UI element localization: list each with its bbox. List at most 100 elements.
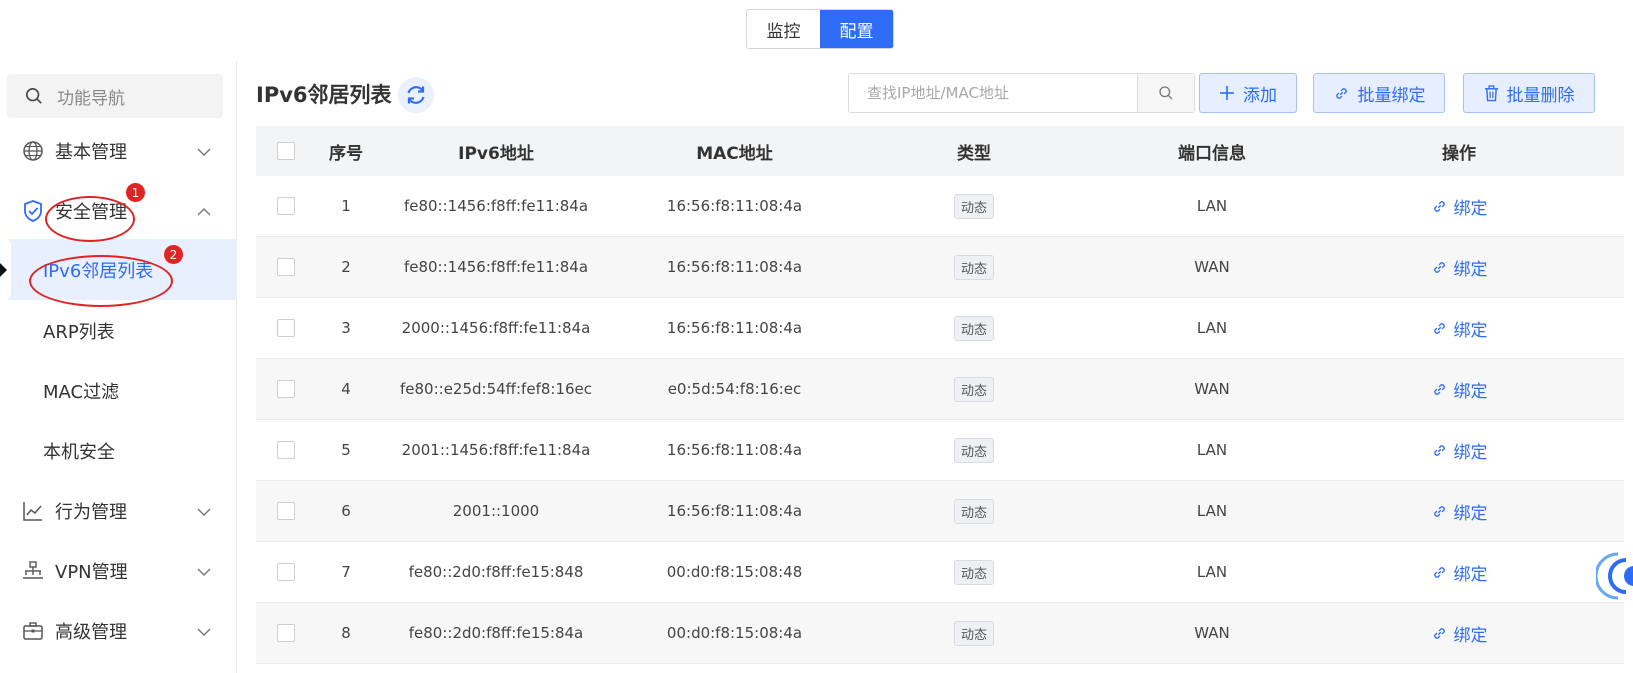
table-row: 2 fe80::1456:f8ff:fe11:84a 16:56:f8:11:0… (256, 237, 1624, 298)
cell-port: LAN (1196, 441, 1228, 459)
annotation-badge: 2 (164, 245, 183, 264)
bind-link-label: 绑定 (1453, 259, 1488, 280)
bind-link[interactable]: 绑定 (1431, 194, 1488, 219)
network-icon (22, 560, 44, 582)
batch-delete-button-label: 批量删除 (1506, 85, 1575, 106)
sidebar-item-label: VPN管理 (55, 562, 128, 583)
table-header: 序号 IPv6地址 MAC地址 类型 端口信息 操作 (256, 126, 1624, 176)
trash-icon (1484, 84, 1498, 101)
config-tab[interactable]: 配置 (820, 10, 893, 48)
cell-ip: 2001::1000 (452, 502, 540, 520)
sidebar-item-vpn[interactable]: VPN管理 (0, 541, 237, 601)
column-header-ip: IPv6地址 (458, 143, 534, 164)
search-button[interactable] (1137, 74, 1194, 112)
annotation-badge: 1 (126, 183, 145, 202)
sidebar-subitem-label: MAC过滤 (43, 381, 120, 403)
chevron-down-icon (197, 561, 211, 582)
bind-link[interactable]: 绑定 (1431, 621, 1488, 646)
page-title: IPv6邻居列表 (256, 83, 392, 107)
add-button-label: 添加 (1243, 85, 1277, 106)
bind-link[interactable]: 绑定 (1431, 438, 1488, 463)
bind-link-label: 绑定 (1453, 564, 1488, 585)
link-icon (1433, 444, 1445, 456)
cell-ip: fe80::1456:f8ff:fe11:84a (403, 197, 589, 215)
help-float-icon[interactable] (1596, 546, 1633, 606)
type-tag: 动态 (953, 559, 994, 585)
batch-bind-button-label: 批量绑定 (1357, 85, 1426, 106)
row-checkbox[interactable] (277, 441, 295, 459)
link-icon (1433, 261, 1445, 273)
cell-no: 6 (341, 502, 351, 520)
add-button[interactable]: 添加 (1199, 73, 1297, 113)
bind-link[interactable]: 绑定 (1431, 316, 1488, 341)
row-checkbox[interactable] (277, 258, 295, 276)
column-header-type: 类型 (957, 143, 991, 164)
type-tag: 动态 (953, 437, 994, 463)
refresh-icon (407, 86, 425, 104)
column-header-no: 序号 (329, 143, 363, 164)
cell-port: LAN (1196, 563, 1228, 581)
select-all-checkbox[interactable] (277, 142, 295, 160)
row-checkbox[interactable] (277, 380, 295, 398)
monitor-tab[interactable]: 监控 (747, 10, 820, 48)
row-checkbox[interactable] (277, 197, 295, 215)
cell-mac: 16:56:f8:11:08:4a (666, 197, 803, 215)
sidebar-subitem-label: 本机安全 (43, 441, 115, 463)
cell-port: WAN (1194, 624, 1230, 642)
row-checkbox[interactable] (277, 563, 295, 581)
table-row: 4 fe80::e25d:54ff:fef8:16ec e0:5d:54:f8:… (256, 359, 1624, 420)
bind-link[interactable]: 绑定 (1431, 499, 1488, 524)
sidebar-subitem-label: IPv6邻居列表 (43, 260, 154, 282)
table-body: 1 fe80::1456:f8ff:fe11:84a 16:56:f8:11:0… (256, 176, 1624, 664)
plus-icon (1220, 86, 1234, 100)
cell-no: 2 (341, 258, 351, 276)
link-icon (1433, 627, 1445, 639)
type-tag: 动态 (953, 498, 994, 524)
cell-mac: 16:56:f8:11:08:4a (666, 319, 803, 337)
type-tag: 动态 (953, 620, 994, 646)
address-search-input[interactable] (849, 74, 1137, 112)
neighbor-table: 序号 IPv6地址 MAC地址 类型 端口信息 操作 1 fe80::1456:… (256, 126, 1624, 664)
cell-mac: 00:d0:f8:15:08:48 (666, 563, 803, 581)
row-checkbox[interactable] (277, 624, 295, 642)
sidebar-item-security[interactable]: 安全管理 (0, 181, 237, 241)
search-icon (25, 87, 42, 104)
cell-port: WAN (1194, 380, 1230, 398)
bind-link[interactable]: 绑定 (1431, 377, 1488, 402)
sidebar-subitem-local-security[interactable]: 本机安全 (0, 420, 237, 481)
bind-link[interactable]: 绑定 (1431, 560, 1488, 585)
row-checkbox[interactable] (277, 502, 295, 520)
sidebar-item-advanced[interactable]: 高级管理 (0, 601, 237, 661)
cell-port: WAN (1194, 258, 1230, 276)
sidebar-subitem-mac-filter[interactable]: MAC过滤 (0, 360, 237, 421)
batch-bind-button[interactable]: 批量绑定 (1313, 73, 1445, 113)
nav-search-placeholder: 功能导航 (57, 88, 125, 109)
cell-no: 4 (341, 380, 351, 398)
row-checkbox[interactable] (277, 319, 295, 337)
sidebar-subitem-arp[interactable]: ARP列表 (0, 300, 237, 361)
mode-toggle: 监控 配置 (746, 9, 894, 49)
column-header-op: 操作 (1442, 143, 1476, 164)
bind-link-label: 绑定 (1453, 198, 1488, 219)
sidebar-item-behavior[interactable]: 行为管理 (0, 481, 237, 541)
shield-check-icon (22, 200, 44, 222)
type-tag: 动态 (953, 193, 994, 219)
sidebar: 功能导航 基本管理 安全管理 IPv6邻居列表 ARP列表 MAC过滤 本机安全… (0, 62, 237, 673)
cell-no: 3 (341, 319, 351, 337)
cell-ip: fe80::1456:f8ff:fe11:84a (403, 258, 589, 276)
bind-link[interactable]: 绑定 (1431, 255, 1488, 280)
line-chart-icon (22, 500, 44, 522)
sidebar-item-basic[interactable]: 基本管理 (0, 121, 237, 181)
chevron-down-icon (197, 621, 211, 642)
link-icon (1433, 505, 1445, 517)
nav-search-input[interactable]: 功能导航 (7, 74, 223, 118)
sidebar-item-label: 基本管理 (55, 142, 127, 163)
bind-link-label: 绑定 (1453, 442, 1488, 463)
type-tag: 动态 (953, 254, 994, 280)
sidebar-subitem-ipv6-neighbors[interactable]: IPv6邻居列表 (0, 239, 237, 300)
search-icon (1159, 86, 1173, 100)
batch-delete-button[interactable]: 批量删除 (1463, 73, 1595, 113)
chevron-down-icon (197, 141, 211, 162)
sidebar-item-label: 安全管理 (55, 202, 127, 223)
refresh-button[interactable] (398, 77, 434, 113)
